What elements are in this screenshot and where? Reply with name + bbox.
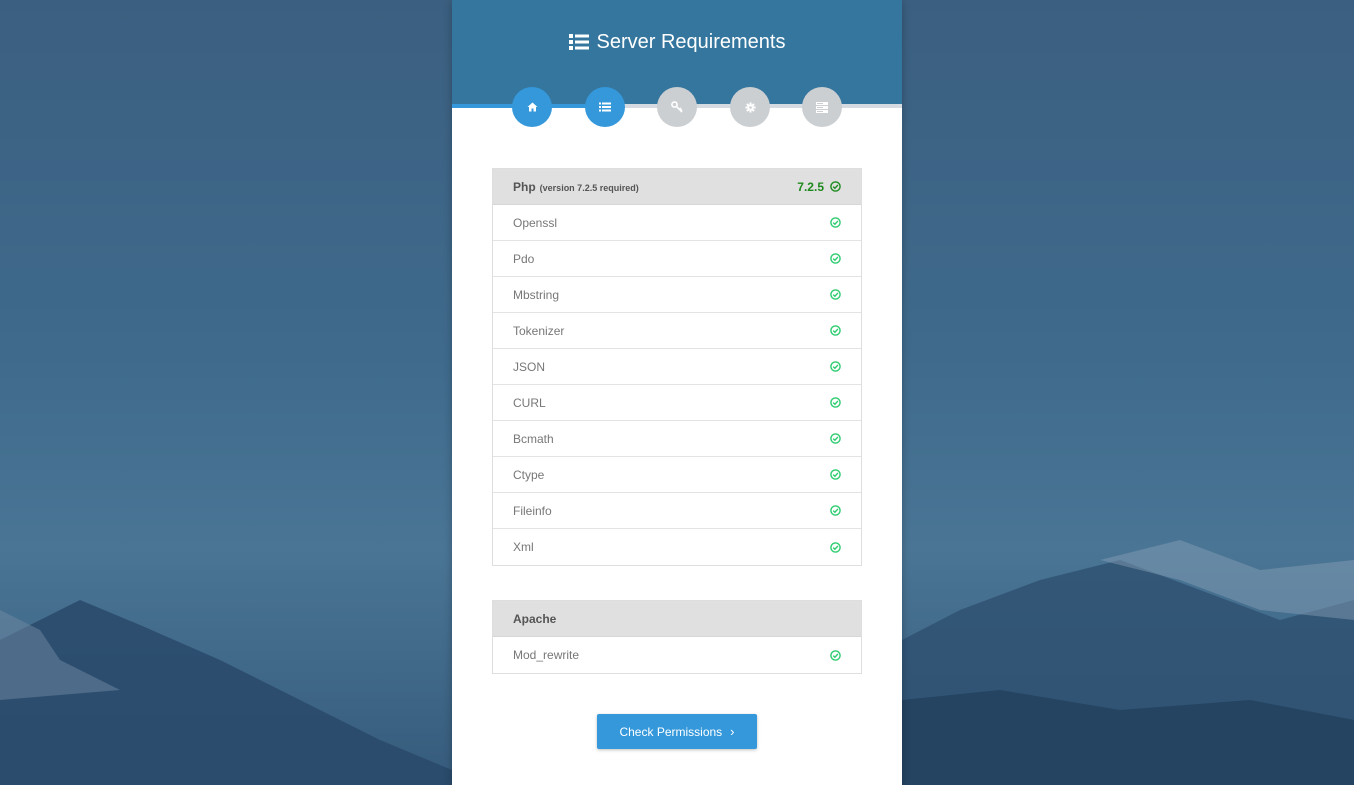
requirement-label: Pdo xyxy=(513,251,535,266)
check-circle-icon xyxy=(830,217,841,228)
requirement-label: Mbstring xyxy=(513,287,560,302)
php-version-value: 7.2.5 xyxy=(797,179,824,194)
requirement-row: Mbstring xyxy=(493,277,861,313)
page-title-text: Server Requirements xyxy=(596,30,786,53)
php-current-version: 7.2.5 xyxy=(797,180,841,194)
check-permissions-label: Check Permissions xyxy=(619,724,723,739)
php-extension-list: Openssl Pdo Mbstring Tokenizer JSON CURL Bcmat… xyxy=(493,205,861,565)
requirement-row: Openssl xyxy=(493,205,861,241)
step-welcome[interactable] xyxy=(512,87,552,127)
requirement-label: Tokenizer xyxy=(513,323,565,338)
php-requirements-header: Php (version 7.2.5 required) 7.2.5 xyxy=(493,169,861,205)
check-circle-icon xyxy=(830,433,841,444)
apache-module-list: Mod_rewrite xyxy=(493,637,861,673)
requirement-label: Bcmath xyxy=(513,431,554,446)
check-circle-icon xyxy=(830,541,841,553)
step-requirements[interactable] xyxy=(585,87,625,127)
requirement-row: Tokenizer xyxy=(493,313,861,349)
requirement-row: Fileinfo xyxy=(493,493,861,529)
step-permissions[interactable] xyxy=(657,87,697,127)
apache-requirements-table: Apache Mod_rewrite xyxy=(492,600,862,674)
chevron-right-icon: › xyxy=(730,724,735,739)
check-circle-icon xyxy=(830,289,841,300)
check-circle-icon xyxy=(830,469,841,480)
check-circle-icon xyxy=(830,253,841,264)
check-circle-icon xyxy=(830,649,841,661)
requirement-label: Xml xyxy=(513,540,534,554)
php-label-group: Php (version 7.2.5 required) xyxy=(513,180,639,194)
requirement-row: JSON xyxy=(493,349,861,385)
php-label: Php xyxy=(513,179,536,194)
step-environment[interactable] xyxy=(730,87,770,127)
apache-requirements-header: Apache xyxy=(493,601,861,637)
check-circle-icon xyxy=(830,505,841,516)
list-icon xyxy=(599,102,611,112)
check-circle-icon xyxy=(830,325,841,336)
requirement-row: Xml xyxy=(493,529,861,565)
gear-icon xyxy=(744,101,756,113)
requirement-label: Ctype xyxy=(513,467,545,482)
requirement-row: Bcmath xyxy=(493,421,861,457)
check-circle-icon xyxy=(830,181,841,192)
php-required-version: (version 7.2.5 required) xyxy=(539,182,639,193)
requirement-label: Fileinfo xyxy=(513,503,552,518)
installer-card: Server Requirements Php (version 7.2.5 r… xyxy=(452,0,902,785)
requirement-row: CURL xyxy=(493,385,861,421)
php-requirements-table: Php (version 7.2.5 required) 7.2.5 Openss… xyxy=(492,168,862,566)
requirement-row: Pdo xyxy=(493,241,861,277)
apache-label: Apache xyxy=(513,611,557,626)
key-icon xyxy=(671,101,683,113)
check-permissions-button[interactable]: Check Permissions › xyxy=(597,714,757,749)
server-icon xyxy=(816,101,828,113)
requirement-label: JSON xyxy=(513,359,546,374)
requirement-label: Openssl xyxy=(513,215,558,230)
home-icon xyxy=(527,102,538,112)
page-title: Server Requirements xyxy=(452,28,902,56)
requirement-row: Mod_rewrite xyxy=(493,637,861,673)
step-database[interactable] xyxy=(802,87,842,127)
requirement-label: Mod_rewrite xyxy=(513,648,580,662)
list-icon xyxy=(568,33,589,51)
check-circle-icon xyxy=(830,397,841,408)
check-circle-icon xyxy=(830,361,841,372)
requirement-row: Ctype xyxy=(493,457,861,493)
requirement-label: CURL xyxy=(513,395,546,410)
